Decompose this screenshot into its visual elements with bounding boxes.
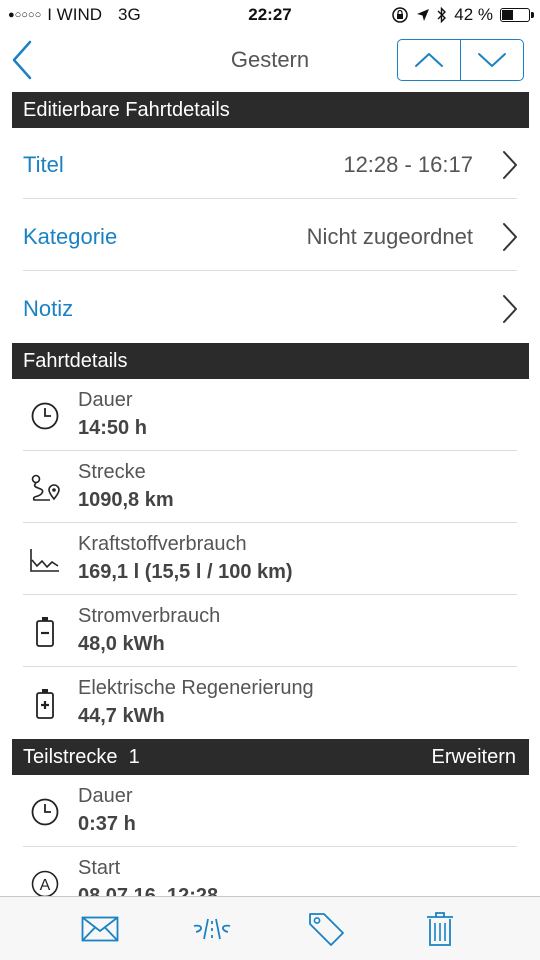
battery-minus-icon [28, 615, 62, 649]
battery-icon [500, 8, 534, 22]
bottom-toolbar [0, 896, 540, 960]
start-a-icon: A [28, 867, 62, 896]
clock-icon [28, 399, 62, 433]
row-divider [23, 198, 517, 199]
detail-label: Strecke [78, 461, 146, 483]
detail-label: Kraftstoffverbrauch [78, 533, 247, 555]
status-bar: ●○○○○ I WIND 3G 22:27 42 % [0, 0, 540, 30]
expand-button[interactable]: Erweitern [432, 739, 516, 775]
category-value: Nicht zugeordnet [306, 224, 473, 249]
battery-percent: 42 % [454, 5, 493, 24]
previous-trip-button[interactable] [398, 40, 460, 80]
detail-label: Elektrische Regenerierung [78, 677, 314, 699]
prev-next-control [397, 39, 524, 81]
detail-value: 0:37 h [78, 813, 136, 835]
navigation-bar: Gestern [0, 30, 540, 92]
email-button[interactable] [78, 909, 122, 949]
section-title: Fahrtdetails [23, 350, 128, 372]
tag-button[interactable] [304, 909, 348, 949]
chevron-right-icon [503, 295, 517, 323]
chevron-right-icon [503, 151, 517, 179]
section-title: Editierbare Fahrtdetails [23, 99, 230, 121]
detail-value: 44,7 kWh [78, 705, 165, 727]
section-header-editable: Editierbare Fahrtdetails [12, 92, 529, 128]
detail-value: 08.07.16, 12:28 [78, 885, 219, 896]
detail-label: Dauer [78, 785, 133, 807]
delete-button[interactable] [418, 909, 462, 949]
note-label: Notiz [23, 296, 74, 321]
status-right: 42 % [391, 5, 534, 25]
title-value: 12:28 - 16:17 [343, 152, 473, 177]
chevron-down-icon [478, 53, 506, 67]
svg-text:A: A [40, 877, 51, 894]
detail-label: Stromverbrauch [78, 605, 221, 627]
detail-value: 14:50 h [78, 417, 147, 439]
detail-row-distance: Strecke 1090,8 km [12, 451, 529, 523]
location-arrow-icon [417, 9, 430, 21]
category-row[interactable]: Kategorie Nicht zugeordnet [12, 200, 529, 272]
title-label: Titel [23, 152, 64, 177]
chevron-right-icon [503, 223, 517, 251]
chevron-up-icon [415, 53, 443, 67]
road-button[interactable] [190, 909, 234, 949]
rotation-lock-icon [392, 7, 408, 23]
road-icon [193, 918, 231, 940]
segment-row-start: A Start 08.07.16, 12:28 [12, 847, 529, 896]
note-row[interactable]: Notiz [12, 272, 529, 344]
trash-icon [427, 912, 453, 946]
detail-value: 48,0 kWh [78, 633, 165, 655]
clock-icon [28, 795, 62, 829]
detail-label: Dauer [78, 389, 133, 411]
tag-icon [309, 913, 344, 946]
detail-row-fuel: Kraftstoffverbrauch 169,1 l (15,5 l / 10… [12, 523, 529, 595]
detail-row-power: Stromverbrauch 48,0 kWh [12, 595, 529, 667]
detail-row-regeneration: Elektrische Regenerierung 44,7 kWh [12, 667, 529, 739]
section-title: Teilstrecke 1 [23, 746, 140, 768]
chart-icon [28, 543, 62, 577]
detail-value: 169,1 l (15,5 l / 100 km) [78, 561, 293, 583]
envelope-icon [81, 916, 119, 942]
detail-row-duration: Dauer 14:50 h [12, 379, 529, 451]
section-header-details: Fahrtdetails [12, 343, 529, 379]
battery-fill [502, 10, 513, 20]
battery-plus-icon [28, 687, 62, 721]
detail-label: Start [78, 857, 121, 879]
detail-value: 1090,8 km [78, 489, 174, 511]
bluetooth-icon [437, 6, 447, 24]
category-label: Kategorie [23, 224, 118, 249]
title-row[interactable]: Titel 12:28 - 16:17 [12, 128, 529, 200]
row-divider [23, 270, 517, 271]
next-trip-button[interactable] [460, 40, 523, 80]
route-icon [28, 471, 62, 505]
section-header-segment: Teilstrecke 1 Erweitern [12, 739, 529, 775]
segment-row-duration: Dauer 0:37 h [12, 775, 529, 847]
